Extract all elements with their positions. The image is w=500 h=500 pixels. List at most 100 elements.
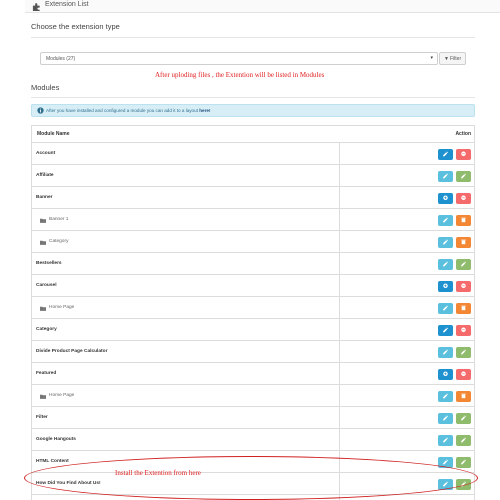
edit-button[interactable] xyxy=(438,170,453,182)
add-button[interactable] xyxy=(438,192,453,204)
minus-circle-icon xyxy=(461,371,466,377)
uninstall-button[interactable] xyxy=(456,280,471,292)
column-header-action: Action xyxy=(455,131,471,137)
pencil-icon xyxy=(443,305,449,311)
trash-icon xyxy=(461,217,466,223)
plus-circle-icon xyxy=(443,371,448,377)
column-divider xyxy=(339,187,340,208)
module-name: Filter xyxy=(36,415,48,420)
folder-icon xyxy=(40,306,46,311)
info-alert-text: After you have installed and configured … xyxy=(46,108,210,113)
divider xyxy=(31,97,475,98)
uninstall-button[interactable] xyxy=(456,368,471,380)
pencil-icon xyxy=(443,459,449,465)
module-name: Account xyxy=(36,151,56,156)
edit-button[interactable] xyxy=(438,258,453,270)
minus-circle-icon xyxy=(461,327,466,333)
module-name: HTML Content xyxy=(36,459,69,464)
table-row: Filter xyxy=(32,406,474,428)
edit-button[interactable] xyxy=(438,302,453,314)
table-row: Divide Product Page Calculator xyxy=(32,340,474,362)
install-button[interactable] xyxy=(456,456,471,468)
minus-circle-icon xyxy=(461,151,466,157)
delete-button[interactable] xyxy=(456,302,471,314)
divider xyxy=(31,37,475,38)
table-row-instance: Home Page xyxy=(32,296,474,318)
column-divider xyxy=(339,253,340,274)
edit-button[interactable] xyxy=(438,346,453,358)
module-name: Bestsellers xyxy=(36,261,62,266)
uninstall-button[interactable] xyxy=(456,148,471,160)
filter-button[interactable]: ▼ Filter xyxy=(439,52,466,65)
edit-button[interactable] xyxy=(438,236,453,248)
install-button[interactable] xyxy=(456,346,471,358)
edit-button[interactable] xyxy=(438,390,453,402)
info-alert: After you have installed and configured … xyxy=(31,104,475,117)
caret-down-icon: ▾ xyxy=(430,55,433,61)
filter-button-label: Filter xyxy=(450,56,462,62)
column-divider xyxy=(339,407,340,428)
column-divider xyxy=(339,165,340,186)
table-row: Banner xyxy=(32,186,474,208)
pencil-icon xyxy=(461,173,467,179)
trash-icon xyxy=(461,239,466,245)
add-button[interactable] xyxy=(438,280,453,292)
module-name: Category xyxy=(36,327,57,332)
column-divider xyxy=(339,429,340,450)
annotation-note-top: After uploding files , the Extention wil… xyxy=(155,71,325,79)
table-row-instance: Category xyxy=(32,230,474,252)
table-row: Bestsellers xyxy=(32,252,474,274)
install-button[interactable] xyxy=(456,258,471,270)
pencil-icon xyxy=(443,415,449,421)
page-title: Extension List xyxy=(45,1,89,8)
pencil-icon xyxy=(461,415,467,421)
table-row: Google Hangouts xyxy=(32,428,474,450)
edit-button[interactable] xyxy=(438,214,453,226)
uninstall-button[interactable] xyxy=(456,192,471,204)
pencil-icon xyxy=(443,173,449,179)
table-row: Affiliate xyxy=(32,164,474,186)
column-divider xyxy=(339,363,340,384)
install-button[interactable] xyxy=(456,412,471,424)
minus-circle-icon xyxy=(461,195,466,201)
modules-title: Modules xyxy=(31,83,60,92)
edit-button[interactable] xyxy=(438,434,453,446)
minus-circle-icon xyxy=(461,283,466,289)
folder-icon xyxy=(40,394,46,399)
delete-button[interactable] xyxy=(456,390,471,402)
module-name: Carousel xyxy=(36,283,57,288)
uninstall-button[interactable] xyxy=(456,324,471,336)
install-button[interactable] xyxy=(456,170,471,182)
pencil-icon xyxy=(443,239,449,245)
edit-button[interactable] xyxy=(438,412,453,424)
add-button[interactable] xyxy=(438,368,453,380)
folder-icon xyxy=(40,240,46,245)
plus-circle-icon xyxy=(443,283,448,289)
trash-icon xyxy=(461,305,466,311)
table-row-instance: Banner 1 xyxy=(32,208,474,230)
info-alert-message: After you have installed and configured … xyxy=(46,108,200,113)
layout-link[interactable]: here! xyxy=(199,108,210,113)
trash-icon xyxy=(461,393,466,399)
column-divider xyxy=(339,275,340,296)
filter-icon: ▼ xyxy=(444,56,449,62)
edit-button[interactable] xyxy=(438,324,453,336)
edit-button[interactable] xyxy=(438,148,453,160)
extension-type-select[interactable]: Modules (27) ▾ xyxy=(40,52,438,65)
pencil-icon xyxy=(443,393,449,399)
install-button[interactable] xyxy=(456,434,471,446)
table-row-instance: Home Page xyxy=(32,384,474,406)
table-row: Featured xyxy=(32,362,474,384)
column-divider xyxy=(339,319,340,340)
delete-button[interactable] xyxy=(456,236,471,248)
page-header: Extension List xyxy=(25,0,500,13)
delete-button[interactable] xyxy=(456,214,471,226)
folder-icon xyxy=(40,218,46,223)
extension-type-value: Modules (27) xyxy=(46,56,76,62)
pencil-icon xyxy=(443,261,449,267)
column-divider xyxy=(339,297,340,318)
pencil-icon xyxy=(443,349,449,355)
column-divider xyxy=(339,209,340,230)
module-instance-name: Home Page xyxy=(49,305,75,310)
pencil-icon xyxy=(461,261,467,267)
